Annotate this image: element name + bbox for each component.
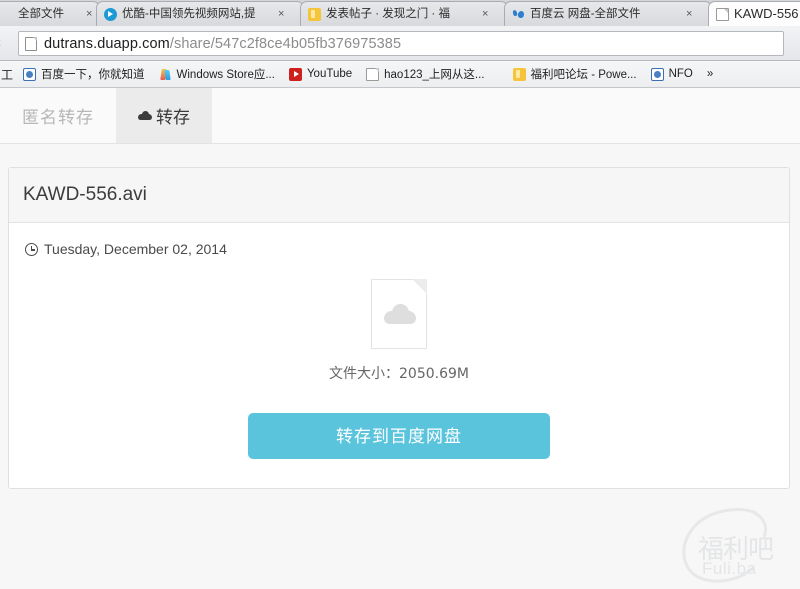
- bookmark-label: YouTube: [306, 68, 353, 80]
- browser-window: 全部文件 × 优酷-中国领先视频网站,提 × 发表帖子 · 发现之门 · 福 ×…: [0, 0, 800, 589]
- youku-icon: [104, 7, 117, 21]
- browser-tab-3[interactable]: 百度云 网盘-全部文件 ×: [504, 1, 712, 26]
- watermark-main-text: 福利吧: [698, 535, 774, 565]
- bookmarks-bar: 工 百度一下，你就知道 Windows Store应... YouTube ha…: [0, 61, 800, 88]
- bookmarks-overflow-button[interactable]: »: [700, 61, 720, 87]
- bookmark-item-4[interactable]: hao123_上网从这...: [359, 61, 491, 87]
- blank-icon: [0, 8, 13, 21]
- save-to-baidu-pan-button[interactable]: 转存到百度网盘: [248, 413, 550, 459]
- browser-tab-4-active[interactable]: KAWD-556: [708, 1, 800, 26]
- browser-tab-label: 百度云 网盘-全部文件: [530, 8, 641, 20]
- cloud-icon: [138, 111, 152, 120]
- back-button[interactable]: ‹: [0, 34, 1, 51]
- bookmark-label: 百度一下，你就知道: [41, 69, 145, 81]
- youtube-icon: [288, 67, 302, 81]
- browser-tab-label: KAWD-556: [734, 7, 799, 21]
- file-name-header: KAWD-556.avi: [9, 168, 789, 223]
- tab-close-icon[interactable]: ×: [686, 8, 695, 20]
- baidu-paw-icon: [650, 67, 664, 81]
- file-date: Tuesday, December 02, 2014: [44, 241, 227, 257]
- browser-toolbar: ‹ dutrans.duapp.com/share/547c2f8ce4b05f…: [0, 26, 800, 61]
- page-doc-icon: [25, 36, 37, 51]
- baidu-cloud-icon: [512, 8, 525, 21]
- bookmark-item-3[interactable]: YouTube: [282, 61, 359, 87]
- clock-icon: [25, 242, 38, 256]
- page-doc-icon: [366, 67, 380, 81]
- tab-label: 匿名转存: [22, 108, 94, 128]
- tab-label: 转存: [156, 108, 190, 128]
- page-nav-tabs: 匿名转存 转存: [0, 88, 800, 144]
- bookmark-label: NFO: [668, 68, 693, 80]
- tab-close-icon[interactable]: ×: [86, 8, 95, 20]
- bookmark-label: 福利吧论坛 - Powe...: [530, 69, 637, 81]
- browser-tab-0[interactable]: 全部文件 ×: [0, 1, 100, 26]
- file-card-body: Tuesday, December 02, 2014 文件大小：2050.69M…: [9, 223, 789, 473]
- bookmark-item-2[interactable]: Windows Store应...: [152, 61, 282, 87]
- url-path: /share/547c2f8ce4b05fb376975385: [169, 35, 402, 52]
- bookmark-item-1[interactable]: 百度一下，你就知道: [16, 61, 152, 87]
- url-host: dutrans.duapp.com: [44, 35, 170, 52]
- page-doc-icon: [716, 7, 729, 21]
- browser-tab-strip: 全部文件 × 优酷-中国领先视频网站,提 × 发表帖子 · 发现之门 · 福 ×…: [0, 0, 800, 26]
- watermark-sub-text: Fuli.ba: [702, 559, 757, 578]
- tab-anonymous-save[interactable]: 匿名转存: [0, 88, 116, 143]
- file-preview-block: 文件大小：2050.69M: [23, 279, 775, 383]
- site-watermark: 福利吧 Fuli.ba: [668, 507, 794, 587]
- bookmark-label: Windows Store应...: [176, 69, 275, 81]
- baidu-paw-icon: [23, 67, 37, 81]
- address-bar-url: dutrans.duapp.com/share/547c2f8ce4b05fb3…: [44, 36, 401, 52]
- browser-tab-label: 发表帖子 · 发现之门 · 福: [326, 8, 450, 20]
- tab-close-icon[interactable]: ×: [482, 8, 491, 20]
- tab-close-icon[interactable]: ×: [278, 8, 287, 20]
- bookmark-label: hao123_上网从这...: [384, 69, 485, 81]
- browser-tab-1[interactable]: 优酷-中国领先视频网站,提 ×: [96, 1, 304, 26]
- bookmark-item-0[interactable]: 工: [0, 61, 16, 87]
- file-cloud-icon: [371, 279, 427, 349]
- watermark-ring-icon: [682, 508, 768, 583]
- thumbs-up-icon: [512, 67, 526, 81]
- web-page-content: 匿名转存 转存 KAWD-556.avi Tuesday, December 0…: [0, 88, 800, 589]
- bookmark-item-5[interactable]: 福利吧论坛 - Powe...: [506, 61, 644, 87]
- tab-save[interactable]: 转存: [116, 88, 212, 143]
- address-bar[interactable]: dutrans.duapp.com/share/547c2f8ce4b05fb3…: [18, 31, 784, 56]
- file-date-row: Tuesday, December 02, 2014: [23, 237, 775, 257]
- cloud-glyph-icon: [384, 304, 416, 324]
- thumbs-up-icon: [308, 7, 321, 21]
- browser-tab-label: 全部文件: [18, 8, 64, 20]
- file-corner-fold: [412, 279, 427, 294]
- windows-store-icon: [159, 68, 172, 81]
- bookmark-item-6[interactable]: NFO: [644, 61, 700, 87]
- browser-tab-2[interactable]: 发表帖子 · 发现之门 · 福 ×: [300, 1, 508, 26]
- browser-tab-label: 优酷-中国领先视频网站,提: [122, 8, 256, 20]
- file-info-card: KAWD-556.avi Tuesday, December 02, 2014 …: [8, 167, 790, 489]
- file-size-label: 文件大小：2050.69M: [329, 366, 469, 382]
